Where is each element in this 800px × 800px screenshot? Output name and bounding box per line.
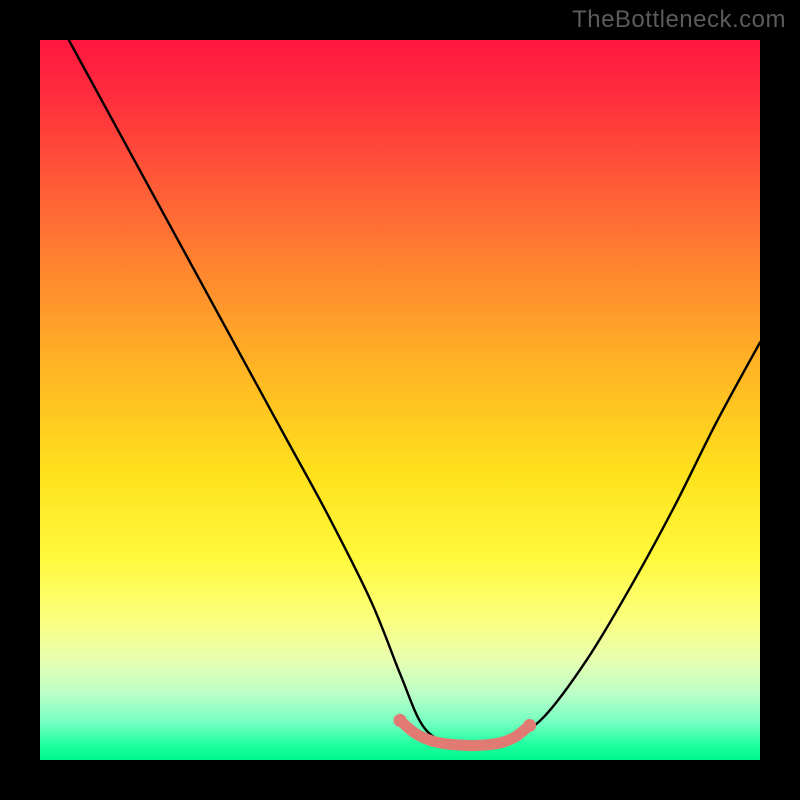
chart-frame: TheBottleneck.com [0, 0, 800, 800]
trough-end-dot [394, 714, 407, 727]
trough-end-dot [523, 719, 536, 732]
bottleneck-curve [69, 40, 760, 746]
watermark-text: TheBottleneck.com [572, 6, 786, 34]
trough-highlight [400, 720, 530, 745]
curve-svg [40, 40, 760, 760]
plot-area [40, 40, 760, 760]
